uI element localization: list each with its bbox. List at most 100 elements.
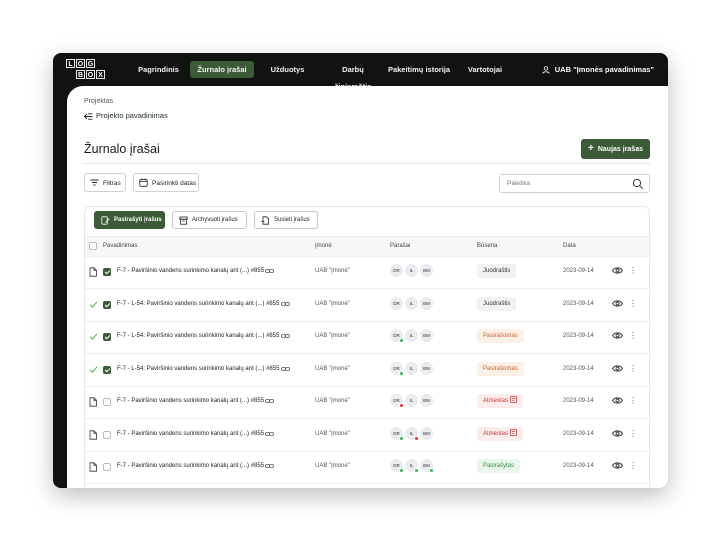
nav-item-pakeitimu-istorija[interactable]: Pakeitimų istorija <box>387 61 451 78</box>
filter-button[interactable]: Filtras <box>84 173 126 192</box>
table-row[interactable]: F-7 - L-54: Paviršinio vandens surinkimo… <box>85 289 649 322</box>
row-checkbox[interactable] <box>103 430 111 439</box>
entry-name[interactable]: F-7 - Paviršinio vandens surinkimo kanal… <box>117 268 264 274</box>
link-icon[interactable] <box>281 365 290 373</box>
tab-archive-entries[interactable]: Archyvuoti įrašus <box>172 211 247 229</box>
entry-name[interactable]: F-7 - L-54: Paviršinio vandens surinkimo… <box>117 301 279 307</box>
signer-avatar[interactable]: BM <box>420 329 433 342</box>
signer-avatar[interactable]: IL <box>405 329 418 342</box>
date-picker-button[interactable]: Pasirinkti datas <box>133 173 199 192</box>
logo-letter: O <box>86 70 95 79</box>
breadcrumb[interactable]: Projektas <box>84 98 113 105</box>
more-options-icon[interactable]: ⋮ <box>629 363 637 375</box>
signer-avatar[interactable]: DR <box>390 426 404 441</box>
signer-avatar[interactable]: BM <box>420 264 433 277</box>
link-icon[interactable] <box>265 397 274 405</box>
logo[interactable]: L O G B O X <box>66 59 106 80</box>
link-icon[interactable] <box>281 332 290 340</box>
row-checkbox[interactable] <box>103 300 111 309</box>
column-company[interactable]: Įmonė <box>315 243 332 249</box>
more-options-icon[interactable]: ⋮ <box>629 330 637 342</box>
signer-avatar[interactable]: DR <box>390 264 403 277</box>
row-checkbox[interactable] <box>103 333 111 341</box>
search-input[interactable] <box>505 179 629 188</box>
signer-avatar[interactable]: DR <box>390 329 404 343</box>
table-row[interactable]: F-7 - Paviršinio vandens surinkimo kanal… <box>85 451 649 484</box>
entry-name[interactable]: F-7 - Paviršinio vandens surinkimo kanal… <box>117 463 264 469</box>
back-arrow-icon <box>83 112 93 120</box>
tab-sign-entries[interactable]: Pasirašyti įrašus <box>94 211 165 229</box>
table-row[interactable]: F-7 - L-54: Paviršinio vandens surinkimo… <box>85 354 649 387</box>
eye-icon[interactable] <box>612 461 623 470</box>
eye-icon[interactable] <box>612 429 623 438</box>
search-icon[interactable] <box>632 178 644 190</box>
link-icon[interactable] <box>281 300 290 308</box>
eye-icon[interactable] <box>612 331 623 340</box>
status-text: Pasirašomas <box>483 333 518 339</box>
column-status[interactable]: Būsena <box>477 243 497 249</box>
row-checkbox[interactable] <box>103 365 111 374</box>
table-row[interactable]: F-7 - Paviršinio vandens surinkimo kanal… <box>85 386 649 419</box>
eye-icon[interactable] <box>612 396 623 405</box>
row-checkbox[interactable] <box>103 463 111 471</box>
nav-item-uzduotys[interactable]: Užduotys <box>260 61 315 78</box>
nav-item-darbu-ziniarastis[interactable]: Darbų žiniaraštis <box>323 61 383 91</box>
nav-item-vartotojai[interactable]: Vartotojai <box>455 61 515 78</box>
table-row[interactable]: F-7 - Paviršinio vandens surinkimo kanal… <box>85 419 649 452</box>
signer-avatar[interactable]: IL <box>405 459 419 473</box>
comment-icon <box>509 396 517 403</box>
nav-item-zurnalo-irasai[interactable]: Žurnalo įrašai <box>190 61 254 78</box>
entry-date: 2023-09-14 <box>563 463 594 469</box>
status-badge: Juodraštis <box>477 264 517 278</box>
user-menu[interactable]: UAB "Įmonės pavadinimas" <box>542 61 654 78</box>
link-icon[interactable] <box>265 462 274 470</box>
entry-name[interactable]: F-7 - Paviršinio vandens surinkimo kanal… <box>117 398 264 404</box>
more-options-icon[interactable]: ⋮ <box>629 265 637 277</box>
eye-icon[interactable] <box>612 299 623 308</box>
eye-icon[interactable] <box>612 364 623 373</box>
signer-initials: BM <box>423 398 430 403</box>
table-row[interactable]: F-7 - Paviršinio vandens surinkimo kanal… <box>85 256 649 289</box>
new-entry-button[interactable]: + Naujas įrašas <box>581 139 650 159</box>
signer-avatar[interactable]: IL <box>405 264 418 277</box>
archive-icon <box>179 216 188 225</box>
column-date[interactable]: Data <box>563 243 576 249</box>
row-checkbox[interactable] <box>103 398 111 406</box>
entry-name[interactable]: F-7 - L-54: Paviršinio vandens surinkimo… <box>117 333 279 339</box>
select-all-checkbox[interactable] <box>89 242 97 250</box>
more-options-icon[interactable]: ⋮ <box>629 298 637 310</box>
tab-link-entries[interactable]: Susieti įrašus <box>254 211 318 229</box>
entry-company: UAB "Įmonė" <box>315 300 350 307</box>
entry-name[interactable]: F-7 - L-54: Paviršinio vandens surinkimo… <box>117 366 279 372</box>
eye-icon[interactable] <box>612 266 623 275</box>
signer-initials: BM <box>423 333 430 338</box>
link-icon[interactable] <box>265 430 274 438</box>
signer-avatar[interactable]: IL <box>405 296 418 310</box>
link-icon[interactable] <box>265 267 274 275</box>
signer-avatar[interactable]: BM <box>420 296 433 310</box>
signer-avatar[interactable]: BM <box>420 394 433 407</box>
signer-avatar[interactable]: BM <box>420 361 433 375</box>
signer-avatar[interactable]: DR <box>390 394 404 408</box>
nav-item-pagrindinis[interactable]: Pagrindinis <box>131 61 186 78</box>
more-options-icon[interactable]: ⋮ <box>629 395 637 407</box>
search-field[interactable] <box>499 174 650 193</box>
signer-avatar[interactable]: BM <box>420 459 434 473</box>
entry-name[interactable]: F-7 - Paviršinio vandens surinkimo kanal… <box>117 431 264 437</box>
signer-avatar[interactable]: IL <box>405 361 418 375</box>
table-row[interactable]: F-7 - L-54: Paviršinio vandens surinkimo… <box>85 321 649 354</box>
signed-status-dot <box>414 468 419 473</box>
row-checkbox[interactable] <box>103 268 111 276</box>
signer-avatar[interactable]: DR <box>390 459 404 473</box>
signer-avatar[interactable]: BM <box>420 426 433 440</box>
signer-avatar[interactable]: DR <box>390 296 403 310</box>
more-options-icon[interactable]: ⋮ <box>629 460 637 472</box>
app-window: L O G B O X Pagrindinis Žurnalo įrašai U… <box>53 53 668 488</box>
column-signatures[interactable]: Parašai <box>390 243 410 249</box>
signer-avatar[interactable]: IL <box>405 394 418 407</box>
column-name[interactable]: Pavadinimas <box>103 243 137 249</box>
back-link[interactable]: Projekto pavadinimas <box>83 111 168 120</box>
signer-avatar[interactable]: DR <box>390 361 404 376</box>
more-options-icon[interactable]: ⋮ <box>629 428 637 440</box>
signer-avatar[interactable]: IL <box>405 426 419 441</box>
